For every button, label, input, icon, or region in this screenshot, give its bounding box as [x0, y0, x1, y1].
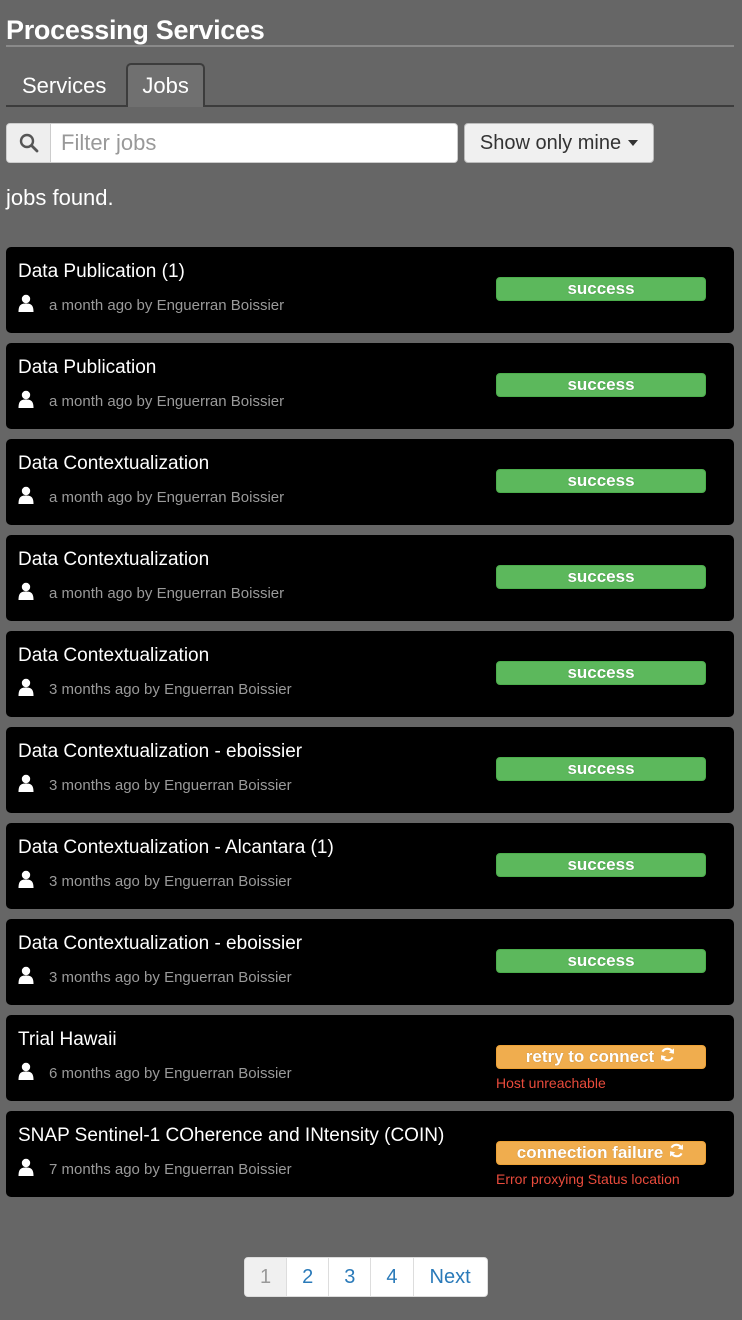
job-card[interactable]: Data Contextualization - eboissier 3 mont… — [6, 727, 734, 813]
status-label: success — [567, 951, 635, 970]
status-label: success — [567, 663, 635, 682]
refresh-icon[interactable] — [654, 1046, 676, 1068]
status-label: success — [567, 279, 635, 298]
page-title: Processing Services — [6, 0, 734, 47]
job-status: connection failure Error proxying Status … — [496, 1141, 706, 1187]
next-page-link[interactable]: Next — [413, 1258, 487, 1296]
status-message: Error proxying Status location — [496, 1171, 680, 1187]
status-label: success — [567, 567, 635, 586]
job-meta-text: 3 months ago by Enguerran Boissier — [49, 680, 292, 698]
job-card[interactable]: Data Contextualization a month ago by Eng… — [6, 439, 734, 525]
search-icon — [7, 124, 51, 162]
job-meta-text: a month ago by Enguerran Boissier — [49, 296, 285, 314]
pagination: 1 2 3 4 Next — [244, 1257, 488, 1297]
status-label: success — [567, 471, 635, 490]
job-status: success — [496, 277, 706, 301]
status-badge: success — [496, 373, 706, 397]
tab-jobs[interactable]: Jobs — [126, 63, 205, 107]
user-icon — [18, 582, 49, 604]
job-card[interactable]: Data Contextualization a month ago by Eng… — [6, 535, 734, 621]
user-icon — [18, 294, 49, 316]
status-badge[interactable]: connection failure — [496, 1141, 706, 1165]
job-card[interactable]: Data Contextualization - Alcantara (1) 3 … — [6, 823, 734, 909]
job-meta-text: a month ago by Enguerran Boissier — [49, 392, 285, 410]
user-icon — [18, 870, 49, 892]
search-group — [6, 123, 458, 163]
processing-services-page: Processing Services Services Jobs Show o… — [0, 0, 742, 1320]
user-icon — [18, 678, 49, 700]
refresh-icon[interactable] — [663, 1142, 685, 1164]
page-1-link[interactable]: 1 — [245, 1258, 288, 1296]
job-card[interactable]: Data Publication a month ago by Enguerran… — [6, 343, 734, 429]
job-meta-text: 3 months ago by Enguerran Boissier — [49, 776, 292, 794]
show-only-mine-label: Show only mine — [479, 131, 622, 154]
user-icon — [18, 1062, 49, 1084]
user-icon — [18, 390, 49, 412]
show-only-mine-dropdown[interactable]: Show only mine — [464, 123, 654, 163]
job-meta-text: 3 months ago by Enguerran Boissier — [49, 968, 292, 986]
job-meta-text: a month ago by Enguerran Boissier — [49, 584, 285, 602]
job-card[interactable]: Data Contextualization 3 months ago by En… — [6, 631, 734, 717]
job-status: success — [496, 661, 706, 685]
user-icon — [18, 774, 49, 796]
page-4-link[interactable]: 4 — [371, 1258, 414, 1296]
user-icon — [18, 1158, 49, 1180]
status-badge: success — [496, 565, 706, 589]
user-icon — [18, 486, 49, 508]
page-3-link[interactable]: 3 — [329, 1258, 372, 1296]
user-icon — [18, 966, 49, 988]
job-status: success — [496, 565, 706, 589]
job-meta-text: 7 months ago by Enguerran Boissier — [49, 1160, 292, 1178]
status-label: connection failure — [516, 1143, 664, 1162]
job-status: success — [496, 853, 706, 877]
job-meta-text: a month ago by Enguerran Boissier — [49, 488, 285, 506]
job-meta-text: 3 months ago by Enguerran Boissier — [49, 872, 292, 890]
filter-jobs-input[interactable] — [51, 124, 457, 162]
job-card[interactable]: Data Contextualization - eboissier 3 mont… — [6, 919, 734, 1005]
job-status: success — [496, 949, 706, 973]
jobs-toolbar: Show only mine — [6, 123, 734, 163]
page-2-link[interactable]: 2 — [287, 1258, 330, 1296]
job-status: retry to connect Host unreachable — [496, 1045, 706, 1091]
job-card[interactable]: SNAP Sentinel-1 COherence and INtensity … — [6, 1111, 734, 1197]
tab-bar: Services Jobs — [6, 63, 734, 107]
job-meta-text: 6 months ago by Enguerran Boissier — [49, 1064, 292, 1082]
jobs-list: Data Publication (1) a month ago by Engue… — [6, 247, 734, 1197]
jobs-found-text: jobs found. — [6, 185, 114, 210]
job-status: success — [496, 469, 706, 493]
status-badge: success — [496, 277, 706, 301]
status-badge: success — [496, 757, 706, 781]
status-badge: success — [496, 661, 706, 685]
tab-services[interactable]: Services — [6, 63, 122, 105]
status-badge[interactable]: retry to connect — [496, 1045, 706, 1069]
status-badge: success — [496, 469, 706, 493]
job-status: success — [496, 373, 706, 397]
caret-down-icon — [628, 140, 639, 146]
status-badge: success — [496, 949, 706, 973]
job-status: success — [496, 757, 706, 781]
job-card[interactable]: Trial Hawaii 6 months ago by Enguerran Bo… — [6, 1015, 734, 1101]
status-message: Host unreachable — [496, 1075, 606, 1091]
status-badge: success — [496, 853, 706, 877]
job-card[interactable]: Data Publication (1) a month ago by Engue… — [6, 247, 734, 333]
status-label: success — [567, 759, 635, 778]
status-label: success — [567, 375, 635, 394]
status-label: success — [567, 855, 635, 874]
status-label: retry to connect — [525, 1047, 655, 1066]
